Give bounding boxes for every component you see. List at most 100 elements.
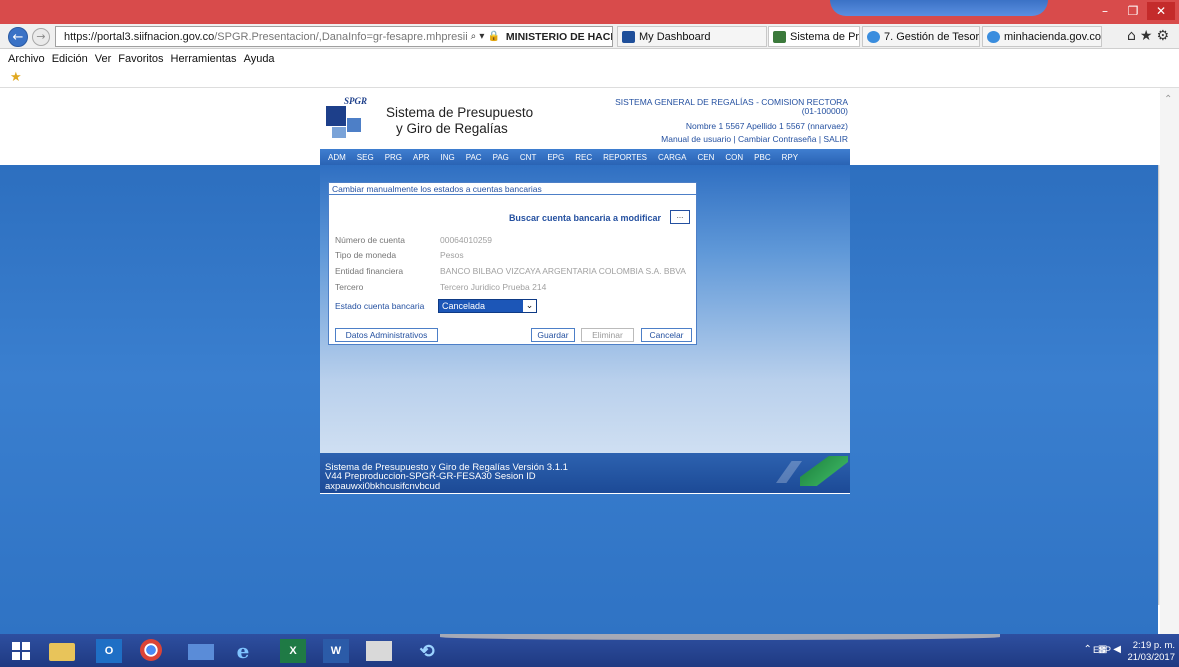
input-language[interactable]: ESP [1093, 645, 1111, 655]
url-domain: https://portal3.siifnacion.gov.co [64, 30, 215, 43]
menu-ayuda[interactable]: Ayuda [244, 53, 275, 65]
menu-pbc[interactable]: PBC [754, 153, 770, 162]
search-icon[interactable]: ⌕ ▾ [471, 31, 485, 42]
windows-start-icon[interactable] [8, 639, 34, 663]
spgr-logo: SPGR [326, 96, 372, 138]
app-header: SPGR Sistema de Presupuesto y Giro de Re… [320, 88, 850, 149]
forward-button[interactable]: → [32, 28, 50, 46]
file-explorer-icon[interactable] [49, 643, 75, 661]
currency-value: Pesos [440, 250, 464, 260]
tab-label: 7. Gestión de Tesorería [884, 30, 980, 43]
menu-adm[interactable]: ADM [328, 153, 346, 162]
menu-reportes[interactable]: REPORTES [603, 153, 647, 162]
browser-menubar: Archivo Edición Ver Favoritos Herramient… [0, 49, 1179, 68]
account-number-label: Número de cuenta [335, 235, 405, 245]
favorites-bar: ★ [0, 68, 1179, 88]
close-window-button[interactable]: ✕ [1147, 2, 1175, 20]
logo-tag: SPGR [344, 96, 368, 106]
ie-refresh-icon[interactable]: ⟲ [414, 639, 440, 663]
save-button[interactable]: Guardar [531, 328, 575, 342]
menu-herramientas[interactable]: Herramientas [171, 53, 237, 65]
footer-decoration [776, 461, 802, 483]
third-party-label: Tercero [335, 282, 364, 292]
volume-icon[interactable]: ◀ [1113, 644, 1127, 655]
star-icon[interactable]: ★ [1140, 28, 1157, 44]
excel-icon[interactable]: X [280, 639, 306, 663]
scroll-up-icon[interactable]: ⌃ [1164, 94, 1172, 105]
menu-epg[interactable]: EPG [547, 153, 564, 162]
remote-desktop-icon[interactable] [188, 644, 214, 660]
tab-label: minhacienda.gov.co [1004, 30, 1102, 43]
clock-date: 21/03/2017 [1127, 652, 1175, 663]
window-titlebar: – ❐ ✕ [0, 0, 1179, 24]
certificate-label[interactable]: MINISTERIO DE HACIENDA Y CREDIT... [506, 31, 612, 43]
menu-cen[interactable]: CEN [697, 153, 714, 162]
menu-carga[interactable]: CARGA [658, 153, 686, 162]
tab-label: Sistema de Presupue... [790, 30, 860, 43]
clock[interactable]: 2:19 p. m. 21/03/2017 [1127, 640, 1175, 664]
admin-data-button[interactable]: Datos Administrativos [335, 328, 438, 342]
menu-ing[interactable]: ING [440, 153, 454, 162]
menu-seg[interactable]: SEG [357, 153, 374, 162]
clock-time: 2:19 p. m. [1132, 640, 1175, 651]
menu-rpy[interactable]: RPY [782, 153, 798, 162]
menu-cnt[interactable]: CNT [520, 153, 536, 162]
menu-archivo[interactable]: Archivo [8, 53, 45, 65]
word-icon[interactable]: W [323, 639, 349, 663]
chrome-icon[interactable] [140, 639, 162, 661]
status-selected-value: Cancelada [442, 301, 486, 311]
app-menu: ADM SEG PRG APR ING PAC PAG CNT EPG REC … [320, 149, 850, 165]
menu-pag[interactable]: PAG [493, 153, 509, 162]
page-viewport: SPGR Sistema de Presupuesto y Giro de Re… [0, 88, 1179, 634]
taskbar-decoration [440, 634, 1000, 640]
tab-sistema-presupuesto[interactable]: Sistema de Presupue... ✕ [768, 26, 860, 47]
app-subtitle: y Giro de Regalías [396, 121, 508, 136]
home-icon[interactable]: ⌂ [1127, 28, 1140, 44]
tab-my-dashboard[interactable]: My Dashboard [617, 26, 767, 47]
page-scrollbar[interactable]: ⌃ [1160, 88, 1179, 634]
internet-explorer-icon[interactable]: e [230, 639, 256, 663]
search-account-button[interactable]: ... [670, 210, 690, 224]
manual-link[interactable]: Manual de usuario [661, 134, 731, 144]
menu-pac[interactable]: PAC [466, 153, 482, 162]
session-id: axpauwxi0bkhcusifcnvbcud [325, 481, 441, 492]
app-title: Sistema de Presupuesto [386, 105, 534, 120]
status-label: Estado cuenta bancaria [335, 301, 425, 311]
dashboard-favicon-icon [622, 30, 635, 43]
logout-link[interactable]: SALIR [823, 134, 848, 144]
restore-button[interactable]: ❐ [1119, 2, 1147, 20]
outlook-icon[interactable]: O [96, 639, 122, 663]
search-account-label: Buscar cuenta bancaria a modificar [508, 213, 661, 223]
menu-prg[interactable]: PRG [385, 153, 402, 162]
title-decoration [830, 0, 1048, 16]
gear-icon[interactable]: ⚙ [1156, 28, 1173, 44]
change-password-link[interactable]: Cambiar Contraseña [738, 134, 816, 144]
cancel-button[interactable]: Cancelar [641, 328, 692, 342]
browser-tools: ⌂★⚙ [1127, 28, 1173, 44]
currency-label: Tipo de moneda [335, 250, 397, 260]
tab-minhacienda[interactable]: minhacienda.gov.co [982, 26, 1102, 47]
taskbar: O e X W ⟲ ⌃▦◀ ESP 2:19 p. m. 21/03/2017 [0, 634, 1179, 667]
third-party-value: Tercero Juridico Prueba 214 [440, 282, 547, 292]
app-footer: Sistema de Presupuesto y Giro de Regalía… [320, 453, 850, 493]
address-bar[interactable]: https://portal3.siifnacion.gov.co/SPGR.P… [55, 26, 613, 47]
menu-rec[interactable]: REC [575, 153, 592, 162]
status-select[interactable]: Cancelada ⌄ [438, 299, 537, 313]
menu-ver[interactable]: Ver [95, 53, 112, 65]
ie-favicon-icon [867, 30, 880, 43]
window-controls: – ❐ ✕ [1091, 2, 1175, 20]
back-button[interactable]: ← [8, 27, 28, 47]
environment-text: V44 Preproduccion-SPGR-GR-FESA30 Sesion … [325, 471, 536, 482]
arrow-logo-icon [800, 456, 848, 486]
tab-gestion-tesoreria[interactable]: 7. Gestión de Tesorería [862, 26, 980, 47]
menu-apr[interactable]: APR [413, 153, 429, 162]
form-title: Cambiar manualmente los estados a cuenta… [329, 183, 696, 195]
minimize-button[interactable]: – [1091, 2, 1119, 20]
account-number-value: 00064010259 [440, 235, 493, 245]
menu-con[interactable]: CON [725, 153, 743, 162]
tool-icon[interactable] [366, 641, 392, 661]
menu-edicion[interactable]: Edición [52, 53, 88, 65]
menu-favoritos[interactable]: Favoritos [118, 53, 163, 65]
org-name: SISTEMA GENERAL DE REGALÍAS - COMISION R… [615, 97, 848, 116]
favorites-star-icon[interactable]: ★ [10, 70, 22, 85]
